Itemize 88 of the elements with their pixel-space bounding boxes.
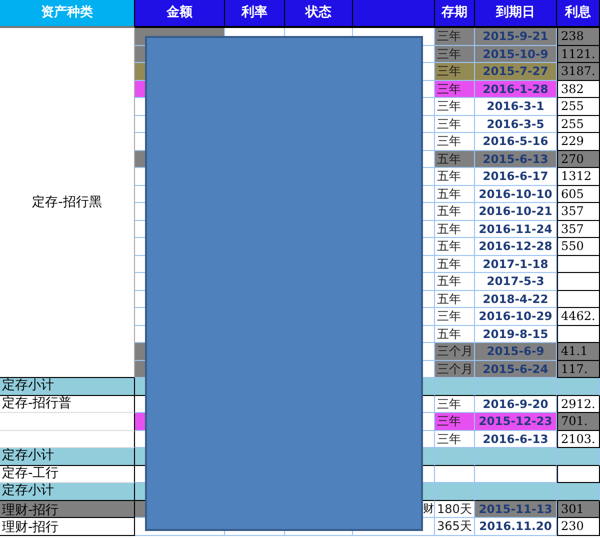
header-cell: 资产种类 <box>0 0 135 28</box>
table-cell: 2015-6-9 <box>475 343 557 360</box>
table-cell: 2017-1-18 <box>475 256 557 273</box>
header-cell: 到期日 <box>475 0 557 28</box>
table-cell: 3187. <box>557 63 600 80</box>
table-cell: 三年 <box>435 396 475 413</box>
table-cell: 2015-9-21 <box>475 28 557 46</box>
table-cell: 229 <box>557 133 600 150</box>
table-cell: 2015-10-9 <box>475 46 557 63</box>
table-cell: 230 <box>557 518 600 536</box>
table-cell: 理财-招行 <box>0 500 135 518</box>
table-cell: 定存小计 <box>0 378 135 396</box>
table-cell: 五年 <box>435 168 475 186</box>
table-cell: 2016-1-28 <box>475 80 557 98</box>
table-cell: 五年 <box>435 326 475 343</box>
table-cell: 五年 <box>435 220 475 238</box>
table-cell: 2016-5-16 <box>475 133 557 150</box>
table-cell: 117. <box>557 360 600 378</box>
table-cell: 2016-6-13 <box>475 430 557 448</box>
table-cell: 2016-6-17 <box>475 168 557 186</box>
table-cell: 三个月 <box>435 343 475 360</box>
table-cell: 2015-12-23 <box>475 413 557 430</box>
table-cell: 定存小计 <box>0 448 135 466</box>
table-cell: 三年 <box>435 116 475 133</box>
table-cell: 五年 <box>435 150 475 168</box>
table-cell: 2016-3-5 <box>475 116 557 133</box>
table-cell: 五年 <box>435 203 475 220</box>
table-cell: 270 <box>557 150 600 168</box>
table-cell: 2015-6-24 <box>475 360 557 378</box>
table-cell: 2016-9-20 <box>475 396 557 413</box>
header-cell: 利率 <box>225 0 285 28</box>
table-cell: 2016-10-29 <box>475 308 557 326</box>
table-cell: 4462. <box>557 308 600 326</box>
table-cell: 三年 <box>435 133 475 150</box>
table-cell: 2015-11-13 <box>475 500 557 518</box>
table-cell: 605 <box>557 186 600 203</box>
header-cell: 金额 <box>135 0 225 28</box>
table-cell: 2016-3-1 <box>475 98 557 116</box>
table-cell: 1121. <box>557 46 600 63</box>
table-cell: 三年 <box>435 98 475 116</box>
table-cell: 2016-10-10 <box>475 186 557 203</box>
table-cell <box>435 483 475 500</box>
header-cell: 利息 <box>557 0 600 28</box>
table-cell: 550 <box>557 238 600 256</box>
table-cell: 三年 <box>435 308 475 326</box>
table-cell: 三个月 <box>435 360 475 378</box>
table-cell: 三年 <box>435 430 475 448</box>
table-cell <box>557 448 600 466</box>
table-cell: 五年 <box>435 256 475 273</box>
table-cell: 定存小计 <box>0 483 135 500</box>
table-cell: 701. <box>557 413 600 430</box>
table-cell: 2103. <box>557 430 600 448</box>
table-cell: 357 <box>557 220 600 238</box>
table-cell: 五年 <box>435 273 475 290</box>
table-cell: 255 <box>557 98 600 116</box>
table-cell: 2016-12-28 <box>475 238 557 256</box>
table-cell: 2016-11-24 <box>475 220 557 238</box>
table-cell: 五年 <box>435 238 475 256</box>
table-cell: 2016.11.20 <box>475 518 557 536</box>
table-cell <box>435 378 475 396</box>
header-cell: 状态 <box>285 0 353 28</box>
table-cell: 五年 <box>435 186 475 203</box>
table-cell: 2018-4-22 <box>475 290 557 308</box>
table-cell: 301 <box>557 500 600 518</box>
table-cell: 2016-10-21 <box>475 203 557 220</box>
table-cell <box>435 448 475 466</box>
table-cell: 2015-6-13 <box>475 150 557 168</box>
table-cell <box>435 466 475 483</box>
table-cell: 2912. <box>557 396 600 413</box>
table-cell: 357 <box>557 203 600 220</box>
table-cell: 三年 <box>435 80 475 98</box>
table-cell <box>557 483 600 500</box>
table-cell: 三年 <box>435 28 475 46</box>
table-cell: 2017-5-3 <box>475 273 557 290</box>
table-cell: 三年 <box>435 413 475 430</box>
table-cell: 382 <box>557 80 600 98</box>
table-cell: 1312 <box>557 168 600 186</box>
table-cell: 理财-招行 <box>0 518 135 536</box>
table-cell: 三年 <box>435 63 475 80</box>
table-cell: 2019-8-15 <box>475 326 557 343</box>
table-cell <box>557 378 600 396</box>
table-cell: 255 <box>557 116 600 133</box>
table-cell: 238 <box>557 28 600 46</box>
header-cell: 存期 <box>435 0 475 28</box>
table-cell: 41.1 <box>557 343 600 360</box>
table-cell: 2015-7-27 <box>475 63 557 80</box>
table-cell: 五年 <box>435 290 475 308</box>
table-cell: 三年 <box>435 46 475 63</box>
